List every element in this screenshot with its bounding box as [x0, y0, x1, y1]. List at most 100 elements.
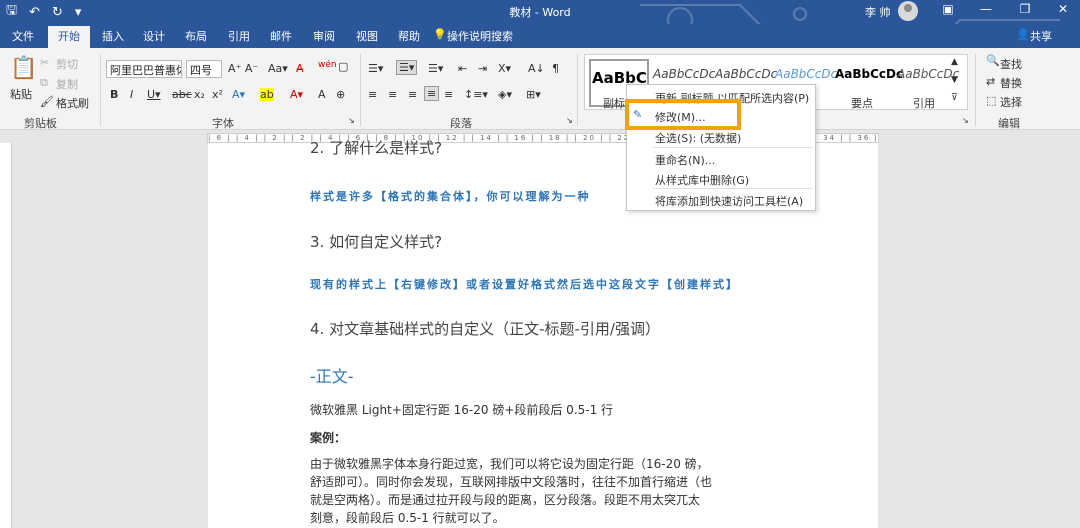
- style-preview-4[interactable]: AaBbCcDc: [775, 67, 837, 81]
- bullets-icon[interactable]: ☰▾: [368, 62, 383, 75]
- phonetic-guide-icon[interactable]: wén: [318, 60, 337, 70]
- change-case-icon[interactable]: Aa▾: [268, 62, 288, 75]
- tab-layout[interactable]: 布局: [185, 28, 207, 44]
- bold-icon[interactable]: B: [110, 88, 118, 101]
- subscript-icon[interactable]: x₂: [194, 88, 205, 101]
- share-button[interactable]: 共享: [1030, 28, 1052, 44]
- tab-home[interactable]: 开始: [48, 26, 90, 48]
- style-preview-3[interactable]: AaBbCcDc: [715, 67, 777, 81]
- minimize-icon[interactable]: —: [975, 2, 997, 22]
- decrease-indent-icon[interactable]: ⇤: [458, 62, 467, 75]
- strikethrough-icon[interactable]: abc: [172, 88, 192, 101]
- gallery-down-icon[interactable]: ▼: [951, 75, 958, 85]
- copy-button[interactable]: 复制: [56, 76, 78, 92]
- char-border-icon[interactable]: ▢: [338, 60, 348, 73]
- lightbulb-icon: 💡: [433, 28, 447, 41]
- enclose-char-icon[interactable]: ⊕: [336, 88, 345, 101]
- cut-button[interactable]: 剪切: [56, 56, 78, 72]
- replace-icon[interactable]: ⇄: [986, 75, 995, 88]
- select-button[interactable]: 选择: [1000, 94, 1022, 110]
- gallery-more-icon[interactable]: ⊽: [951, 93, 958, 103]
- tab-file[interactable]: 文件: [12, 28, 34, 44]
- style-preview-2[interactable]: AaBbCcDc: [653, 67, 715, 81]
- font-color-icon[interactable]: A▾: [290, 88, 303, 101]
- tab-view[interactable]: 视图: [356, 28, 378, 44]
- tab-insert[interactable]: 插入: [102, 28, 124, 44]
- align-right-icon[interactable]: ≡: [408, 88, 417, 101]
- tab-references[interactable]: 引用: [228, 28, 250, 44]
- styles-dialog-launcher-icon[interactable]: ↘: [962, 116, 969, 125]
- style-name-quote: 引用: [913, 97, 935, 110]
- divider: [360, 54, 361, 126]
- ctx-rename[interactable]: 重命名(N)...: [655, 152, 715, 168]
- font-size-select[interactable]: 四号: [186, 60, 222, 78]
- multilevel-list-icon[interactable]: ☰▾: [428, 62, 443, 75]
- cut-icon[interactable]: ✂: [40, 56, 49, 69]
- distribute-icon[interactable]: ≡: [444, 88, 453, 101]
- copy-icon[interactable]: ⧉: [40, 76, 48, 90]
- italic-icon[interactable]: I: [130, 88, 133, 101]
- select-icon[interactable]: ⬚: [986, 94, 996, 107]
- show-marks-icon[interactable]: ¶: [552, 62, 559, 75]
- ctx-select-all[interactable]: 全选(S): (无数据): [655, 130, 741, 146]
- align-center-icon[interactable]: ≡: [388, 88, 397, 101]
- tab-help[interactable]: 帮助: [398, 28, 420, 44]
- orange-highlight-box: [625, 99, 741, 130]
- maximize-icon[interactable]: ❐: [1014, 2, 1036, 22]
- find-button[interactable]: 查找: [1000, 56, 1022, 72]
- blue-text-line-2: 现有的样式上【右键修改】或者设置好格式然后选中这段文字【创建样式】: [310, 278, 739, 291]
- grow-font-icon[interactable]: A⁺ A⁻: [228, 62, 258, 75]
- clear-formatting-icon[interactable]: A̶: [296, 62, 304, 75]
- section-heading: -正文-: [310, 367, 354, 386]
- find-icon[interactable]: 🔍: [986, 54, 1000, 67]
- editing-group-label: 编辑: [998, 117, 1020, 130]
- paste-button[interactable]: 粘贴: [10, 86, 32, 102]
- ctx-add-to-qat[interactable]: 将库添加到快速访问工具栏(A): [655, 193, 803, 209]
- align-left-icon[interactable]: ≡: [368, 88, 377, 101]
- document-title: 教材 - Word: [509, 6, 571, 19]
- ctx-remove-from-gallery[interactable]: 从样式库中删除(G): [655, 172, 749, 188]
- divider: [100, 54, 101, 126]
- vertical-ruler: [0, 143, 12, 528]
- user-name[interactable]: 李 帅: [865, 4, 891, 20]
- tab-mailings[interactable]: 邮件: [270, 28, 292, 44]
- underline-icon[interactable]: U▾: [147, 88, 161, 101]
- clipboard-group-label: 剪贴板: [24, 117, 57, 130]
- style-preview-quote[interactable]: AaBbCcDc: [897, 67, 959, 81]
- avatar[interactable]: [898, 1, 918, 21]
- replace-button[interactable]: 替换: [1000, 75, 1022, 91]
- divider: [577, 54, 578, 126]
- font-family-select[interactable]: 阿里巴巴普惠体: [106, 60, 182, 78]
- shading-icon[interactable]: ◈▾: [498, 88, 512, 101]
- superscript-icon[interactable]: x²: [212, 88, 223, 101]
- tell-me-search[interactable]: 操作说明搜索: [447, 28, 513, 44]
- style-name-strong: 要点: [851, 97, 873, 110]
- increase-indent-icon[interactable]: ⇥: [478, 62, 487, 75]
- partial-heading: 2. 了解什么是样式?: [310, 139, 443, 157]
- font-dialog-launcher-icon[interactable]: ↘: [348, 116, 355, 125]
- paragraph-line-4: 刻意，段前段后 0.5-1 行就可以了。: [310, 511, 505, 525]
- paragraph-dialog-launcher-icon[interactable]: ↘: [566, 116, 573, 125]
- gallery-up-icon[interactable]: ▲: [951, 57, 958, 67]
- line-spacing-icon[interactable]: ↕≡▾: [464, 88, 488, 101]
- format-painter-button[interactable]: 格式刷: [56, 95, 89, 111]
- numbering-icon[interactable]: ☰▾: [396, 60, 418, 75]
- tab-design[interactable]: 设计: [143, 28, 165, 44]
- ribbon-tabs: 文件 开始 插入 设计 布局 引用 邮件 审阅 视图 帮助 💡 操作说明搜索 👤…: [0, 24, 1080, 48]
- text-effects-icon[interactable]: A▾: [232, 88, 245, 101]
- char-shading-icon[interactable]: A: [318, 88, 326, 101]
- sort-icon[interactable]: A↓: [528, 62, 545, 75]
- style-preview-strong[interactable]: AaBbCcDc: [835, 67, 903, 81]
- highlight-icon[interactable]: ab: [260, 88, 274, 101]
- example-label-colon: ：: [334, 431, 347, 445]
- tab-review[interactable]: 审阅: [313, 28, 335, 44]
- asian-layout-icon[interactable]: X▾: [498, 62, 511, 75]
- ribbon-display-icon[interactable]: ▣: [937, 2, 959, 22]
- close-icon[interactable]: ✕: [1052, 2, 1074, 22]
- borders-icon[interactable]: ⊞▾: [526, 88, 541, 101]
- justify-icon[interactable]: ≡: [424, 86, 440, 101]
- word-window: 🖫 ↶ ↻ ▾ 教材 - Word 李 帅 ▣ — ❐ ✕ 文件 开始 插入 设…: [0, 0, 1080, 528]
- divider: [653, 188, 813, 189]
- paste-icon[interactable]: 📋: [10, 56, 37, 81]
- format-painter-icon[interactable]: 🖌: [40, 95, 54, 108]
